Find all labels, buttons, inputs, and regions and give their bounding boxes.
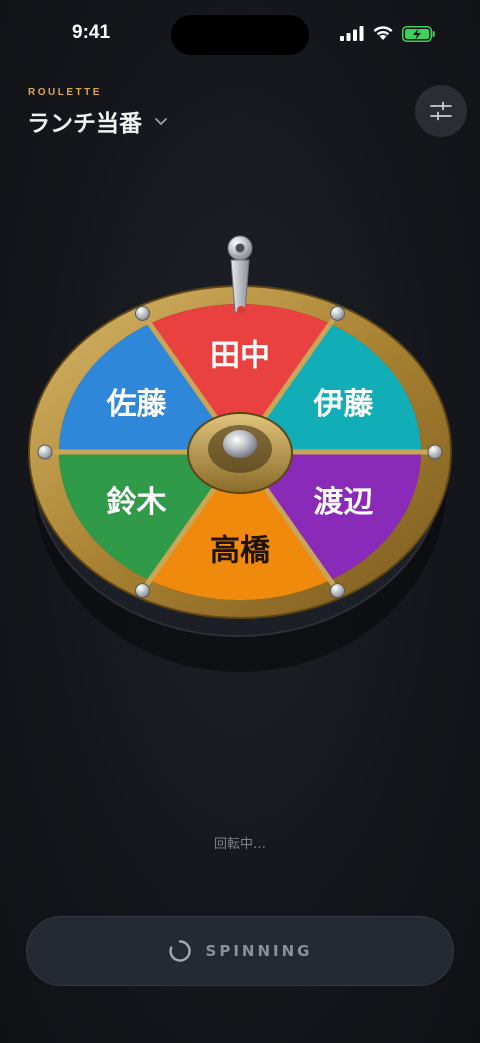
spin-button[interactable]: SPINNING [26, 916, 454, 986]
battery-charging-icon [402, 26, 435, 42]
sliders-icon [430, 101, 452, 121]
wheel-pin [330, 305, 345, 321]
wifi-icon [373, 26, 393, 40]
wheel-pin [330, 583, 345, 599]
loading-spinner-icon [168, 940, 191, 962]
roulette-selector[interactable]: ランチ当番 [27, 104, 170, 138]
wheel-segment-label: 鈴木 [107, 485, 167, 520]
cellular-signal-icon [340, 26, 364, 41]
wheel-pin [37, 444, 53, 460]
roulette-wheel[interactable]: 田中伊藤渡辺高橋 鈴木 佐藤 [0, 220, 480, 690]
app-eyebrow-label: ROULETTE [28, 87, 102, 98]
wheel-segment-label: 伊藤 [312, 387, 374, 422]
wheel-pin [427, 444, 443, 460]
settings-button[interactable] [415, 85, 467, 137]
roulette-title: ランチ当番 [27, 111, 142, 137]
wheel-segment-label: 佐藤 [106, 387, 168, 422]
dynamic-island [171, 15, 309, 55]
wheel-segment-label: 田中 [210, 338, 270, 373]
spin-button-label: SPINNING [205, 942, 313, 960]
wheel-pin [135, 305, 150, 321]
wheel-segment-label: 高橋 [210, 534, 271, 569]
status-bar: 9:41 [0, 0, 480, 70]
wheel-pin [135, 583, 150, 599]
wheel-hub-knob [223, 430, 257, 458]
chevron-down-icon [155, 118, 167, 125]
status-time: 9:41 [72, 22, 111, 43]
wheel-segment-label: 渡辺 [313, 485, 373, 520]
spin-status-text: 回転中… [213, 837, 266, 852]
